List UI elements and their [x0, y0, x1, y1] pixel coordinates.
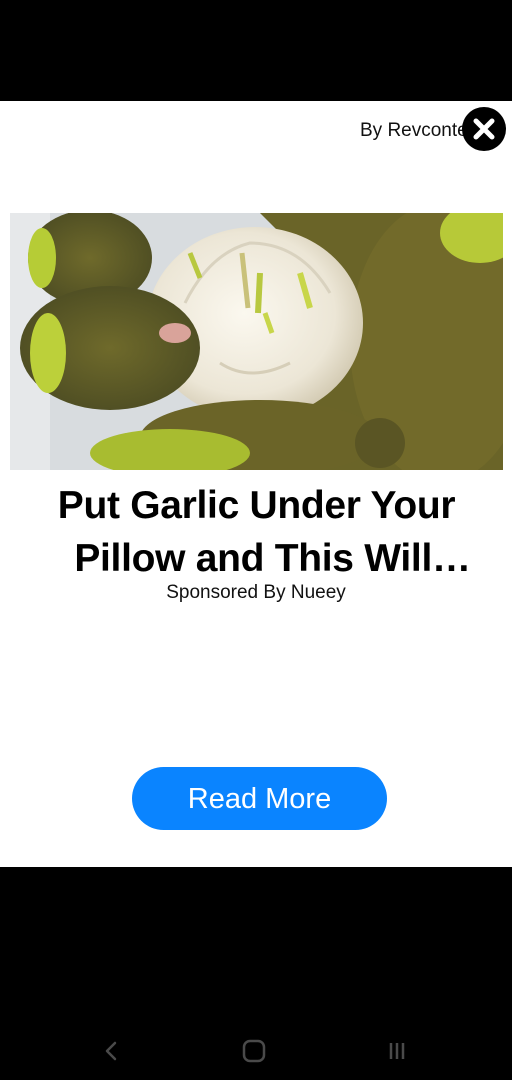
close-icon: [473, 118, 495, 140]
close-button[interactable]: [462, 107, 506, 151]
home-icon: [242, 1039, 266, 1063]
recents-icon: [389, 1043, 405, 1059]
ad-card: By Revcontent: [0, 101, 512, 867]
back-button[interactable]: [96, 1036, 126, 1066]
headline-line-1: Put Garlic Under Your: [57, 484, 456, 527]
headline-line-2: Pillow and This Will…: [74, 537, 471, 580]
system-nav-bar: [0, 1020, 512, 1080]
home-button[interactable]: [239, 1036, 269, 1066]
garlic-in-gloves-image: [10, 213, 503, 470]
status-bar-area: [0, 0, 512, 101]
sponsor-label: Sponsored By Nueey: [166, 582, 346, 603]
ad-attribution[interactable]: By Revcontent: [360, 120, 471, 142]
read-more-button[interactable]: Read More: [132, 767, 387, 830]
back-icon: [105, 1041, 117, 1061]
recents-button[interactable]: [382, 1036, 412, 1066]
ad-headline[interactable]: Put Garlic Under Your Pillow and This Wi…: [10, 479, 503, 585]
ad-image[interactable]: [10, 213, 503, 470]
